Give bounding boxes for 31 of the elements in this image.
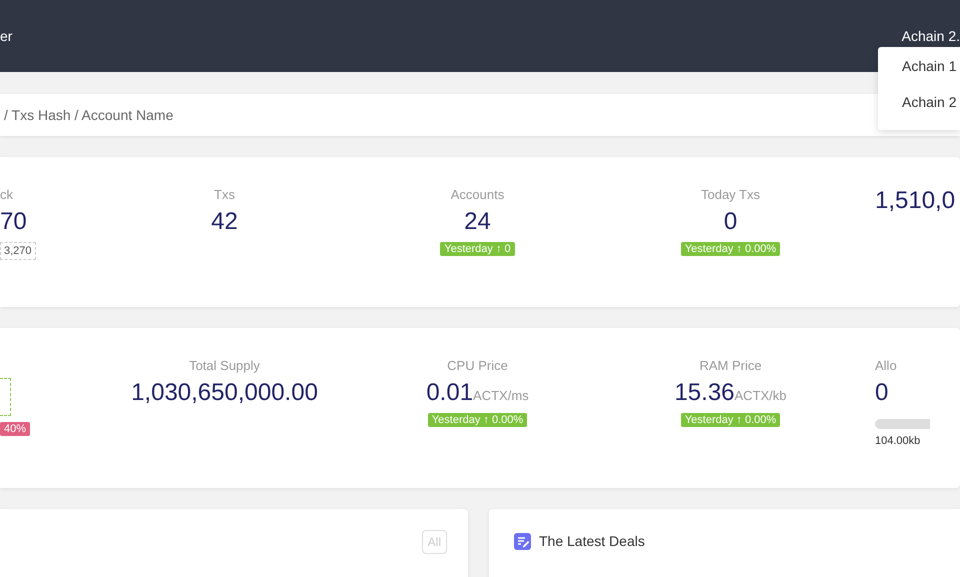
- stat-value: 1,030,650,000.00: [131, 379, 318, 407]
- stat-label: Txs: [214, 187, 235, 202]
- app-title: er: [0, 28, 12, 44]
- stat-value: 24: [464, 208, 491, 236]
- stat-value: 15.36: [674, 379, 735, 407]
- change-badge: Yesterday ↑ 0.00%: [680, 413, 780, 427]
- stat-label: CPU Price: [447, 358, 508, 373]
- change-badge: Yesterday ↑ 0.00%: [680, 242, 780, 256]
- stat-value: 42: [211, 208, 238, 236]
- stat-label: RAM Price: [699, 358, 762, 373]
- edit-note-icon: [514, 533, 531, 550]
- stat-unit: ACTX/kb: [734, 388, 787, 403]
- change-badge: Yesterday ↑ 0: [440, 242, 515, 256]
- stat-value: 0: [724, 208, 738, 236]
- stat-label: Total Supply: [189, 358, 260, 373]
- stat-subvalue: 3,270: [0, 242, 36, 260]
- stat-label: Allo: [875, 358, 897, 373]
- panel-title: The Latest Deals: [539, 533, 645, 549]
- change-badge: Yesterday ↑ 0.00%: [428, 413, 528, 427]
- stat-unit: ACTX/ms: [473, 388, 529, 403]
- progress-reading: 104.00kb: [875, 435, 920, 447]
- menu-item[interactable]: Achain 1: [878, 47, 960, 83]
- network-selector[interactable]: Achain 2.: [902, 28, 960, 44]
- change-badge: 40%: [0, 422, 30, 436]
- stat-value: 1,510,0: [875, 187, 956, 215]
- stat-label: Today Txs: [700, 187, 760, 202]
- stat-value: 0.01: [426, 379, 474, 407]
- stat-value: 70: [0, 208, 27, 236]
- stat-label: Accounts: [450, 187, 504, 202]
- stat-value: 0: [875, 379, 888, 407]
- stat-label: ck: [0, 187, 13, 202]
